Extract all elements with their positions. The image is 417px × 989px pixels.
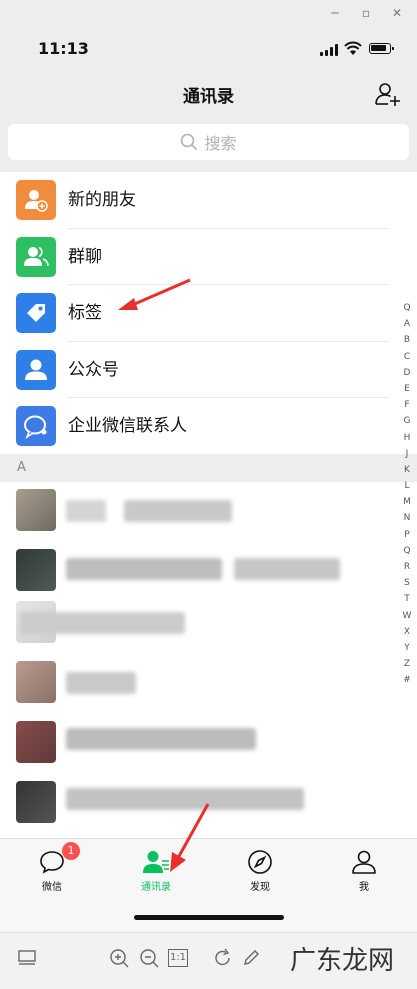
section-header: A <box>0 454 417 482</box>
index-letter[interactable]: T <box>397 591 417 607</box>
index-letter[interactable]: S <box>397 575 417 591</box>
contact-row[interactable] <box>0 594 417 649</box>
watermark: 广东龙网 <box>290 946 395 976</box>
zoom-in-icon[interactable] <box>108 947 130 969</box>
menu-item-official-accounts[interactable]: 公众号 <box>0 342 417 398</box>
tab-label: 通讯录 <box>141 882 171 893</box>
index-letter[interactable]: P <box>397 527 417 543</box>
blurred-name <box>66 672 136 694</box>
add-friend-icon[interactable] <box>374 80 402 108</box>
unread-badge: 1 <box>62 842 80 860</box>
index-letter[interactable]: Y <box>397 640 417 656</box>
search-input[interactable]: 搜索 <box>8 124 409 160</box>
search-icon <box>181 133 198 151</box>
tab-chats[interactable]: 1 微信 <box>0 839 104 899</box>
index-letter[interactable]: F <box>397 397 417 413</box>
contact-list[interactable] <box>0 482 417 838</box>
menu-item-label: 新的朋友 <box>68 190 136 210</box>
page-title: 通讯录 <box>183 87 234 107</box>
contact-row[interactable] <box>0 482 417 537</box>
index-letter[interactable]: J <box>397 446 417 462</box>
battery-icon <box>369 43 394 54</box>
contact-row[interactable] <box>0 654 417 709</box>
blurred-name <box>234 558 340 580</box>
minimize-icon[interactable]: ─ <box>327 5 343 21</box>
menu-item-label: 标签 <box>68 303 102 323</box>
tab-label: 发现 <box>250 882 270 893</box>
index-letter[interactable]: G <box>397 413 417 429</box>
blurred-name <box>66 558 222 580</box>
actual-size-button[interactable]: 1:1 <box>168 949 188 967</box>
signal-icon <box>320 44 340 56</box>
index-letter[interactable]: H <box>397 430 417 446</box>
index-letter[interactable]: Z <box>397 656 417 672</box>
contact-row[interactable] <box>0 714 417 769</box>
index-letter[interactable]: Q <box>397 300 417 316</box>
search-placeholder: 搜索 <box>204 134 237 153</box>
tab-label: 微信 <box>42 882 62 893</box>
index-letter[interactable]: N <box>397 510 417 526</box>
tab-discover[interactable]: 发现 <box>208 839 312 899</box>
index-letter[interactable]: X <box>397 624 417 640</box>
blurred-name <box>124 500 232 522</box>
window-title-bar: ─ ▫ ✕ <box>0 0 417 26</box>
menu-item-label: 公众号 <box>68 359 119 380</box>
index-letter[interactable]: R <box>397 559 417 575</box>
menu-item-label: 企业微信联系人 <box>68 416 187 436</box>
section-letter: A <box>17 460 26 475</box>
index-letter[interactable]: Q <box>397 543 417 559</box>
index-letter[interactable]: K <box>397 462 417 478</box>
pencil-icon[interactable] <box>240 947 262 969</box>
tab-label: 我 <box>359 882 369 893</box>
contacts-menu: 新的朋友 群聊 标签 公众号 企业微信联系人 <box>0 172 417 455</box>
work-contacts-icon <box>16 406 56 446</box>
menu-item-work-contacts[interactable]: 企业微信联系人 <box>0 398 417 455</box>
index-letter[interactable]: # <box>397 672 417 688</box>
maximize-icon[interactable]: ▫ <box>358 5 374 21</box>
zoom-out-icon[interactable] <box>138 947 160 969</box>
annotation-arrow-icon <box>170 803 210 872</box>
menu-item-tags[interactable]: 标签 <box>0 285 417 342</box>
annotation-arrow-icon <box>118 278 191 310</box>
avatar <box>16 721 56 763</box>
avatar <box>16 781 56 823</box>
blurred-name <box>66 500 106 522</box>
status-time: 11:13 <box>38 39 89 58</box>
wifi-icon <box>344 41 362 55</box>
me-icon <box>352 850 376 874</box>
index-letter[interactable]: A <box>397 316 417 332</box>
status-bar: 11:13 <box>0 26 417 70</box>
index-letter[interactable]: D <box>397 365 417 381</box>
home-indicator <box>134 915 284 920</box>
contact-row[interactable] <box>0 542 417 597</box>
tab-me[interactable]: 我 <box>312 839 416 899</box>
index-letter[interactable]: C <box>397 349 417 365</box>
alphabet-index[interactable]: Q A B C D E F G H J K L M N P Q R S T W X Y Z # <box>397 300 417 689</box>
rotate-icon[interactable] <box>212 947 234 969</box>
avatar <box>16 661 56 703</box>
new-friend-icon <box>16 180 56 220</box>
avatar <box>16 489 56 531</box>
index-letter[interactable]: M <box>397 494 417 510</box>
tag-icon <box>16 293 56 333</box>
avatar <box>16 549 56 591</box>
discover-icon <box>248 850 272 874</box>
close-icon[interactable]: ✕ <box>389 5 405 21</box>
menu-item-group-chats[interactable]: 群聊 <box>0 229 417 285</box>
blurred-name <box>66 728 256 750</box>
layout-icon[interactable] <box>16 947 38 969</box>
blurred-name <box>20 612 185 634</box>
menu-item-new-friends[interactable]: 新的朋友 <box>0 172 417 229</box>
index-letter[interactable]: W <box>397 608 417 624</box>
group-chat-icon <box>16 236 56 277</box>
menu-item-label: 群聊 <box>68 246 102 267</box>
index-letter[interactable]: B <box>397 332 417 348</box>
index-letter[interactable]: L <box>397 478 417 494</box>
official-account-icon <box>16 349 56 390</box>
index-letter[interactable]: E <box>397 381 417 397</box>
